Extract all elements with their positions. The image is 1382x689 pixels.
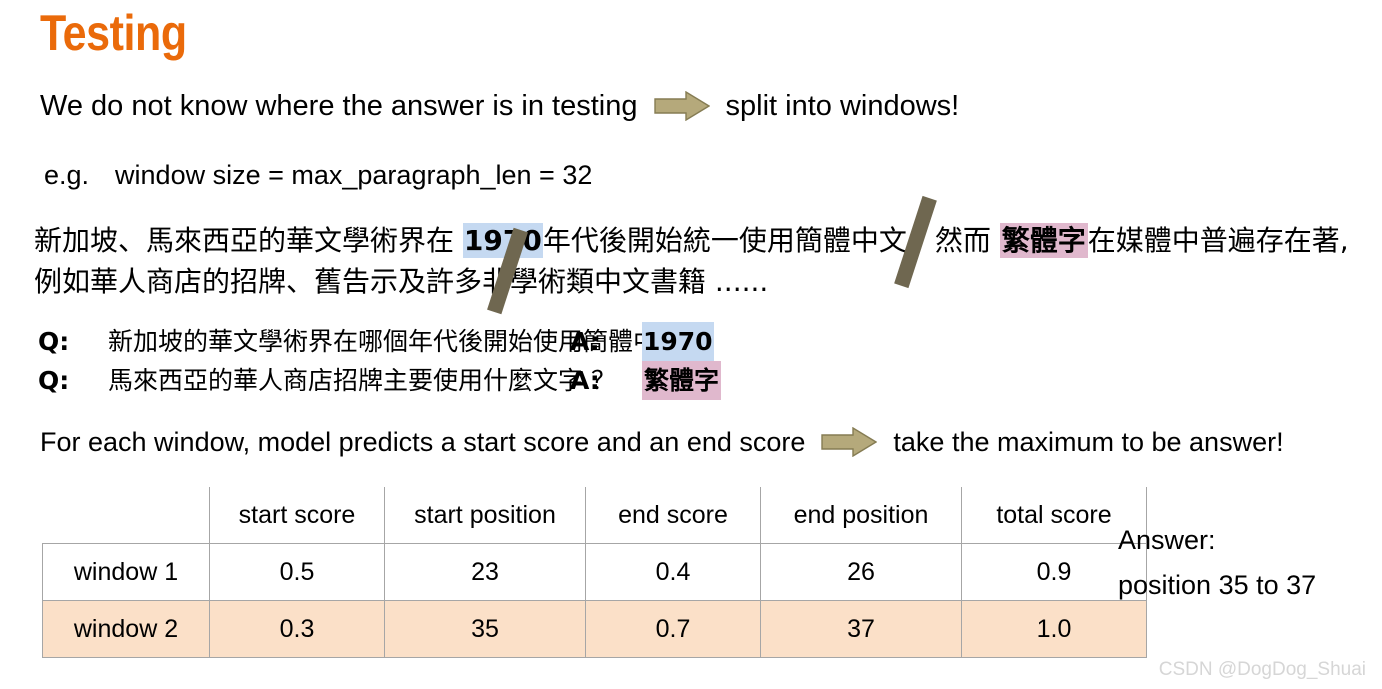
example-text: window size = max_paragraph_len = 32 [115,160,593,190]
question-text: 新加坡的華文學術界在哪個年代後開始使用簡體中文 ？ [108,327,716,356]
example-line: e.g. window size = max_paragraph_len = 32 [44,157,592,193]
passage-part-1: 新加坡、馬來西亞的華文學術界在 [34,224,463,257]
cell-total-score: 1.0 [961,600,1147,658]
answer-note-line-2: position 35 to 37 [1118,570,1317,600]
passage-text: 新加坡、馬來西亞的華文學術界在 1970年代後開始統一使用簡體中文；然而 繁體字… [34,220,1364,302]
row-label-window-2: window 2 [42,600,210,658]
table-header-row: start score start position end score end… [42,487,1147,544]
watermark: CSDN @DogDog_Shuai [1158,659,1366,680]
qa-row: Q: 新加坡的華文學術界在哪個年代後開始使用簡體中文 ？ A: 1970 [38,322,721,361]
cell-start-position: 23 [384,543,586,601]
cell-start-score: 0.5 [209,543,385,601]
qa-block: Q: 新加坡的華文學術界在哪個年代後開始使用簡體中文 ？ A: 1970 Q: … [38,322,722,400]
table-corner-cell [42,487,210,544]
answer-note-line-1: Answer: [1118,525,1216,555]
passage-part-2: 年代後開始統一使用簡體中文；然而 [542,224,1000,257]
question-text: 馬來西亞的華人商店招牌主要使用什麼文字 ？ [108,366,616,395]
column-header-end-position: end position [760,487,962,544]
foreach-line-before-text: For each window, model predicts a start … [40,427,806,457]
cell-start-score: 0.3 [209,600,385,658]
passage-highlight-1970: 1970 [462,223,543,258]
cell-end-score: 0.7 [585,600,761,658]
question-label: Q: [38,327,70,356]
cell-end-score: 0.4 [585,543,761,601]
page-title: Testing [40,5,187,61]
column-header-end-score: end score [585,487,761,544]
answer-note: Answer: position 35 to 37 [1118,518,1316,608]
right-block-arrow-icon [821,427,878,457]
example-label: e.g. [44,160,90,190]
passage-highlight-fantizi: 繁體字 [999,223,1088,258]
answer-label: A: [570,366,600,395]
right-block-arrow-icon [653,91,710,121]
qa-row: Q: 馬來西亞的華人商店招牌主要使用什麼文字 ？ A: 繁體字 [38,361,722,400]
answer-text: 1970 [642,322,714,361]
table-row: window 1 0.5 23 0.4 26 0.9 [42,543,1147,601]
table-row: window 2 0.3 35 0.7 37 1.0 [42,600,1147,658]
column-header-start-position: start position [384,487,586,544]
answer-label: A: [570,327,600,356]
foreach-line-after-text: take the maximum to be answer! [893,427,1284,457]
cell-start-position: 35 [384,600,586,658]
question-label: Q: [38,366,70,395]
answer-text: 繁體字 [642,361,722,400]
foreach-line: For each window, model predicts a start … [40,424,1284,460]
intro-line-before-text: We do not know where the answer is in te… [40,90,638,122]
cell-end-position: 26 [760,543,962,601]
cell-end-position: 37 [760,600,962,658]
column-header-start-score: start score [209,487,385,544]
intro-line-after-text: split into windows! [725,90,960,122]
score-table: start score start position end score end… [42,487,1147,658]
intro-line: We do not know where the answer is in te… [40,86,959,126]
row-label-window-1: window 1 [42,543,210,601]
